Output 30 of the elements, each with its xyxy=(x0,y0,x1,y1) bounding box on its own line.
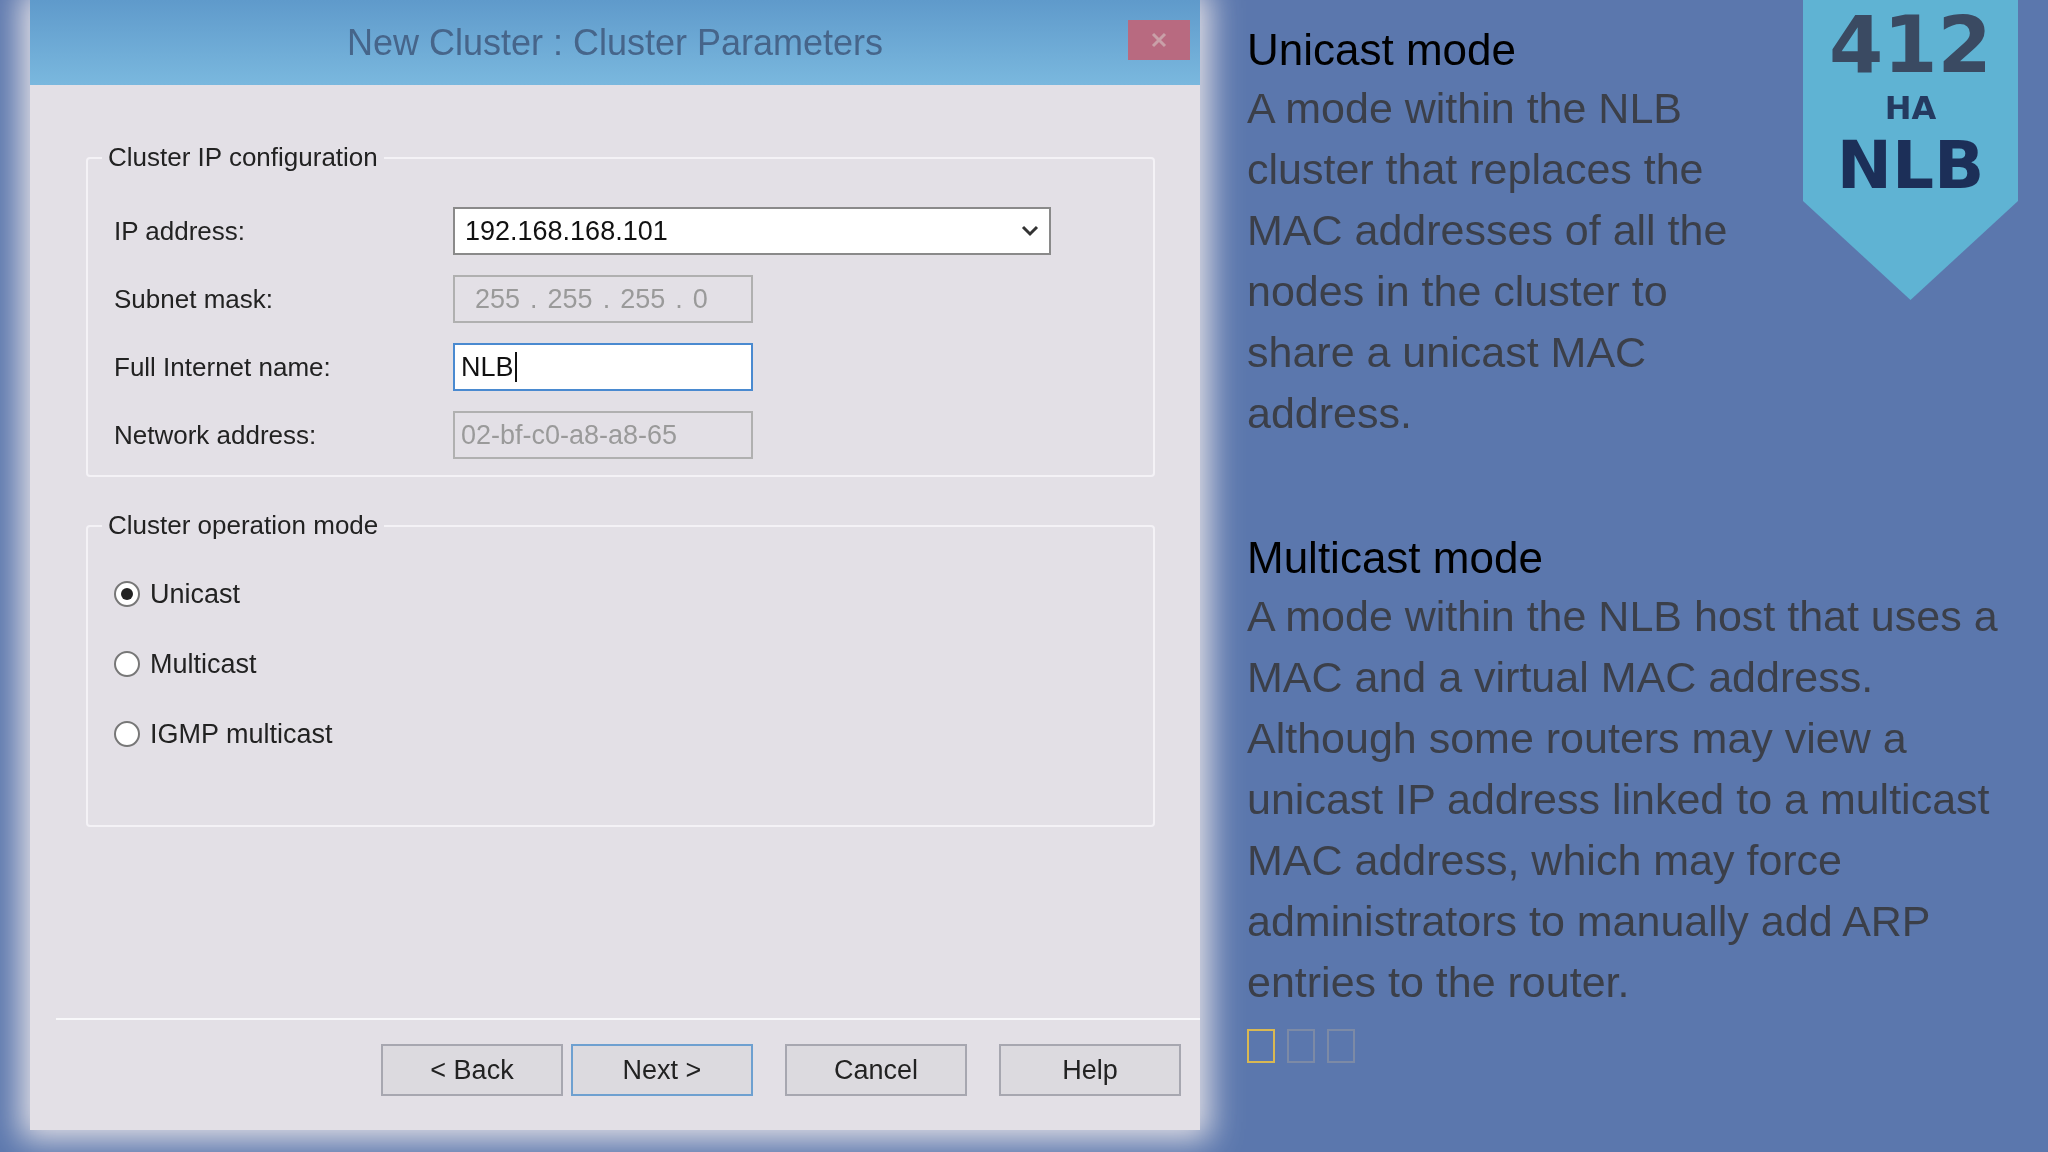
field-label: Full Internet name: xyxy=(114,351,332,383)
dialog-button[interactable]: Help xyxy=(999,1044,1181,1096)
section-text: A mode within the NLB cluster that replaces the MAC addresses of all the nodes in the cluster to share a unicast MAC address. xyxy=(1247,83,1729,439)
field-label: Network address: xyxy=(114,419,318,451)
text-field[interactable]: NLB xyxy=(453,343,753,391)
chevron-down-icon xyxy=(1021,225,1039,237)
section-heading: Unicast mode xyxy=(1247,24,1516,76)
slide-indicator[interactable] xyxy=(1327,1029,1355,1063)
radio-button[interactable] xyxy=(114,581,140,607)
radio-option[interactable]: IGMP multicast xyxy=(114,699,1129,769)
radio-button[interactable] xyxy=(114,721,140,747)
badge-subtitle: HA xyxy=(1884,90,1937,126)
radio-option[interactable]: Multicast xyxy=(114,629,1129,699)
slide-indicator[interactable] xyxy=(1247,1029,1275,1063)
window-title: New Cluster : Cluster Parameters xyxy=(346,21,884,64)
section-text: A mode within the NLB host that uses a MAC and a virtual MAC address. Although some routers may view a unicast IP address linked to a multicast MAC address, which may force administrators to manually add ARP entries to the router. xyxy=(1247,591,1999,1008)
badge-number: 412 xyxy=(1829,0,1992,90)
close-icon xyxy=(1151,32,1167,48)
section-heading: Multicast mode xyxy=(1247,532,1543,584)
field-label: IP address: xyxy=(114,215,247,247)
dialog-button[interactable]: Cancel xyxy=(785,1044,967,1096)
ip-address-dropdown[interactable]: 192.168.168.101 xyxy=(453,207,1051,255)
radio-button[interactable] xyxy=(114,651,140,677)
close-button[interactable] xyxy=(1128,20,1190,60)
badge-title: NLB xyxy=(1836,126,1985,206)
dialog-button[interactable]: Next > xyxy=(571,1044,753,1096)
radio-option[interactable]: Unicast xyxy=(114,559,1129,629)
field-label: Subnet mask: xyxy=(114,283,274,315)
dialog-button[interactable]: < Back xyxy=(381,1044,563,1096)
slide-indicator[interactable] xyxy=(1287,1029,1315,1063)
